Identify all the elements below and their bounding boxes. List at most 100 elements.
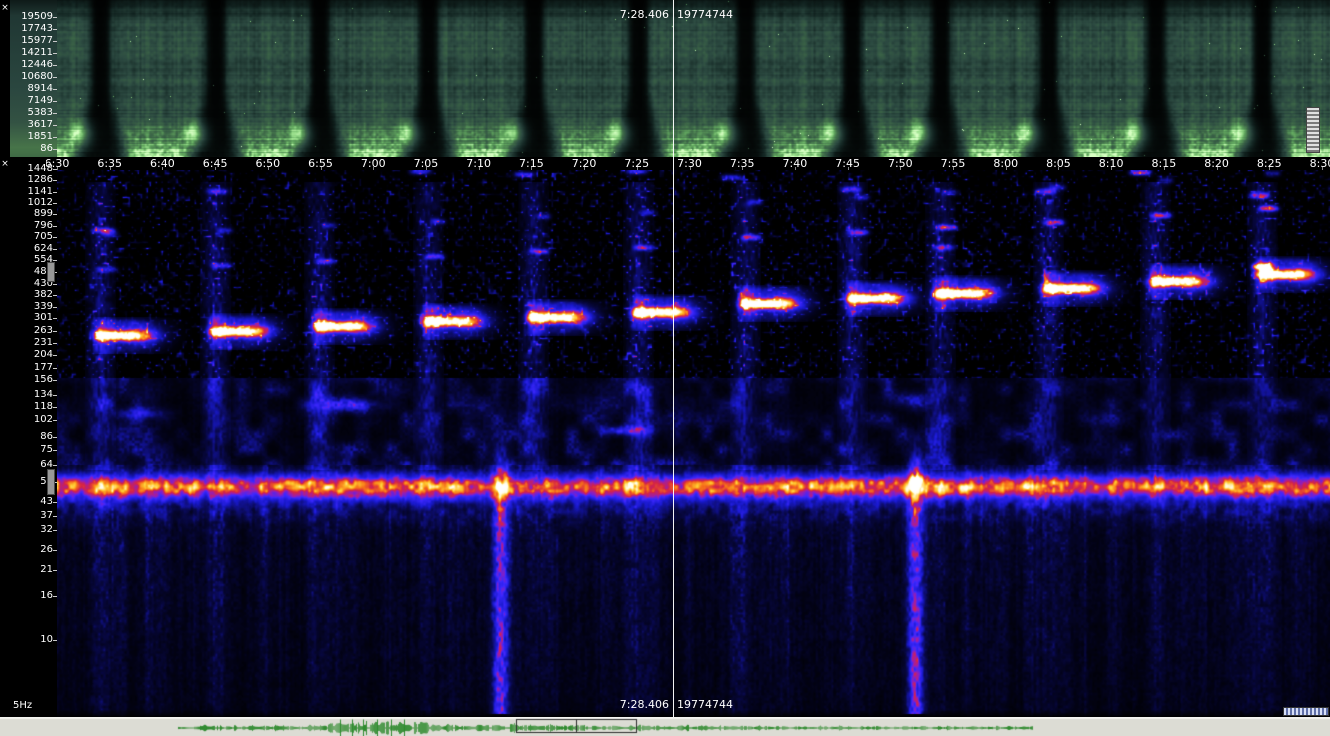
freq-tick bbox=[53, 516, 57, 517]
freq-tick bbox=[53, 149, 57, 150]
close-pane-main-button[interactable]: × bbox=[0, 158, 10, 169]
freq-unit-label: 5Hz bbox=[13, 700, 32, 711]
freq-label-main: 705 bbox=[10, 231, 53, 242]
freq-tick bbox=[53, 113, 57, 114]
freq-tick bbox=[53, 77, 57, 78]
pane-top-spectrogram: 1950917743159771421112446106808914714953… bbox=[10, 0, 1330, 157]
freq-label-top: 7149 bbox=[10, 95, 53, 106]
freq-label-top: 15977 bbox=[10, 35, 53, 46]
time-label: 8:30 bbox=[1300, 157, 1330, 170]
spectrogram-canvas-top[interactable] bbox=[57, 0, 1330, 157]
freq-label-main: 43 bbox=[10, 496, 53, 507]
overview-waveform-canvas[interactable] bbox=[0, 717, 1330, 736]
freq-tick bbox=[53, 192, 57, 193]
freq-tick bbox=[53, 437, 57, 438]
freq-label-main: 1012 bbox=[10, 197, 53, 208]
freq-label-top: 10680 bbox=[10, 71, 53, 82]
freq-label-top: 17743 bbox=[10, 23, 53, 34]
freq-tick bbox=[53, 502, 57, 503]
freq-label-main: 301 bbox=[10, 312, 53, 323]
freq-tick bbox=[53, 29, 57, 30]
close-pane-top-button[interactable]: × bbox=[0, 2, 10, 13]
spectrogram-canvas-main[interactable] bbox=[57, 170, 1330, 717]
pane-gutter bbox=[0, 0, 10, 717]
freq-tick bbox=[53, 65, 57, 66]
freq-label-main: 86 bbox=[10, 431, 53, 442]
freq-tick bbox=[53, 101, 57, 102]
playback-cursor-line bbox=[673, 0, 674, 717]
freq-label-main: 10 bbox=[10, 634, 53, 645]
freq-tick bbox=[53, 41, 57, 42]
freq-label-main: 177 bbox=[10, 362, 53, 373]
freq-label-top: 3617 bbox=[10, 119, 53, 130]
freq-tick bbox=[53, 307, 57, 308]
freq-tick bbox=[53, 596, 57, 597]
freq-tick bbox=[53, 368, 57, 369]
freq-label-main: 64 bbox=[10, 459, 53, 470]
vertical-zoom-thumbwheel[interactable] bbox=[1306, 107, 1320, 153]
freq-label-main: 37 bbox=[10, 510, 53, 521]
scale-range-marker[interactable] bbox=[47, 262, 55, 282]
freq-label-main: 382 bbox=[10, 289, 53, 300]
freq-tick bbox=[53, 214, 57, 215]
cursor-frame-top: 19774744 bbox=[677, 9, 733, 21]
freq-label-main: 1286 bbox=[10, 174, 53, 185]
cursor-frame-bottom: 19774744 bbox=[677, 699, 733, 711]
freq-tick bbox=[53, 284, 57, 285]
freq-tick bbox=[53, 343, 57, 344]
freq-label-main: 156 bbox=[10, 374, 53, 385]
pane-main-spectrogram: 5Hz 144812861141101289979670562455448943… bbox=[10, 170, 1330, 717]
freq-label-main: 263 bbox=[10, 325, 53, 336]
freq-label-main: 32 bbox=[10, 524, 53, 535]
freq-tick bbox=[53, 570, 57, 571]
freq-tick bbox=[53, 203, 57, 204]
freq-tick bbox=[53, 407, 57, 408]
scale-range-marker[interactable] bbox=[47, 469, 55, 495]
freq-label-main: 624 bbox=[10, 243, 53, 254]
freq-tick bbox=[53, 137, 57, 138]
freq-tick bbox=[53, 355, 57, 356]
freq-label-main: 231 bbox=[10, 337, 53, 348]
freq-label-main: 134 bbox=[10, 389, 53, 400]
freq-label-main: 339 bbox=[10, 301, 53, 312]
freq-label-top: 86 bbox=[10, 143, 53, 154]
freq-tick bbox=[53, 17, 57, 18]
time-ruler[interactable]: 6:306:356:406:456:506:557:007:057:107:15… bbox=[10, 157, 1330, 170]
freq-label-main: 118 bbox=[10, 401, 53, 412]
time-ruler-labels: 6:306:356:406:456:506:557:007:057:107:15… bbox=[46, 157, 1330, 170]
freq-tick bbox=[53, 169, 57, 170]
freq-tick bbox=[53, 530, 57, 531]
app-window: × × 195091774315977142111244610680891471… bbox=[0, 0, 1330, 736]
overview-strip[interactable] bbox=[0, 717, 1330, 736]
freq-label-main: 16 bbox=[10, 590, 53, 601]
freq-label-main: 102 bbox=[10, 414, 53, 425]
freq-label-top: 8914 bbox=[10, 83, 53, 94]
freq-label-top: 12446 bbox=[10, 59, 53, 70]
horizontal-zoom-thumbwheel[interactable] bbox=[1283, 707, 1329, 716]
freq-label-main: 1448 bbox=[10, 163, 53, 174]
freq-label-main: 204 bbox=[10, 349, 53, 360]
freq-tick bbox=[53, 226, 57, 227]
freq-tick bbox=[53, 450, 57, 451]
freq-label-top: 5383 bbox=[10, 107, 53, 118]
freq-label-top: 19509 bbox=[10, 11, 53, 22]
cursor-time-top: 7:28.406 bbox=[569, 9, 669, 21]
freq-tick bbox=[53, 395, 57, 396]
freq-label-main: 796 bbox=[10, 220, 53, 231]
freq-tick bbox=[53, 249, 57, 250]
freq-tick bbox=[53, 318, 57, 319]
frequency-scale-top[interactable]: 1950917743159771421112446106808914714953… bbox=[10, 0, 57, 157]
cursor-time-bottom: 7:28.406 bbox=[569, 699, 669, 711]
freq-tick bbox=[53, 53, 57, 54]
freq-tick bbox=[53, 640, 57, 641]
freq-tick bbox=[53, 380, 57, 381]
freq-tick bbox=[53, 89, 57, 90]
freq-label-main: 75 bbox=[10, 444, 53, 455]
freq-tick bbox=[53, 550, 57, 551]
frequency-scale-main[interactable]: 5Hz 144812861141101289979670562455448943… bbox=[10, 170, 57, 717]
freq-tick bbox=[53, 260, 57, 261]
freq-tick bbox=[53, 331, 57, 332]
freq-label-main: 1141 bbox=[10, 186, 53, 197]
freq-label-main: 899 bbox=[10, 208, 53, 219]
freq-label-top: 1851 bbox=[10, 131, 53, 142]
